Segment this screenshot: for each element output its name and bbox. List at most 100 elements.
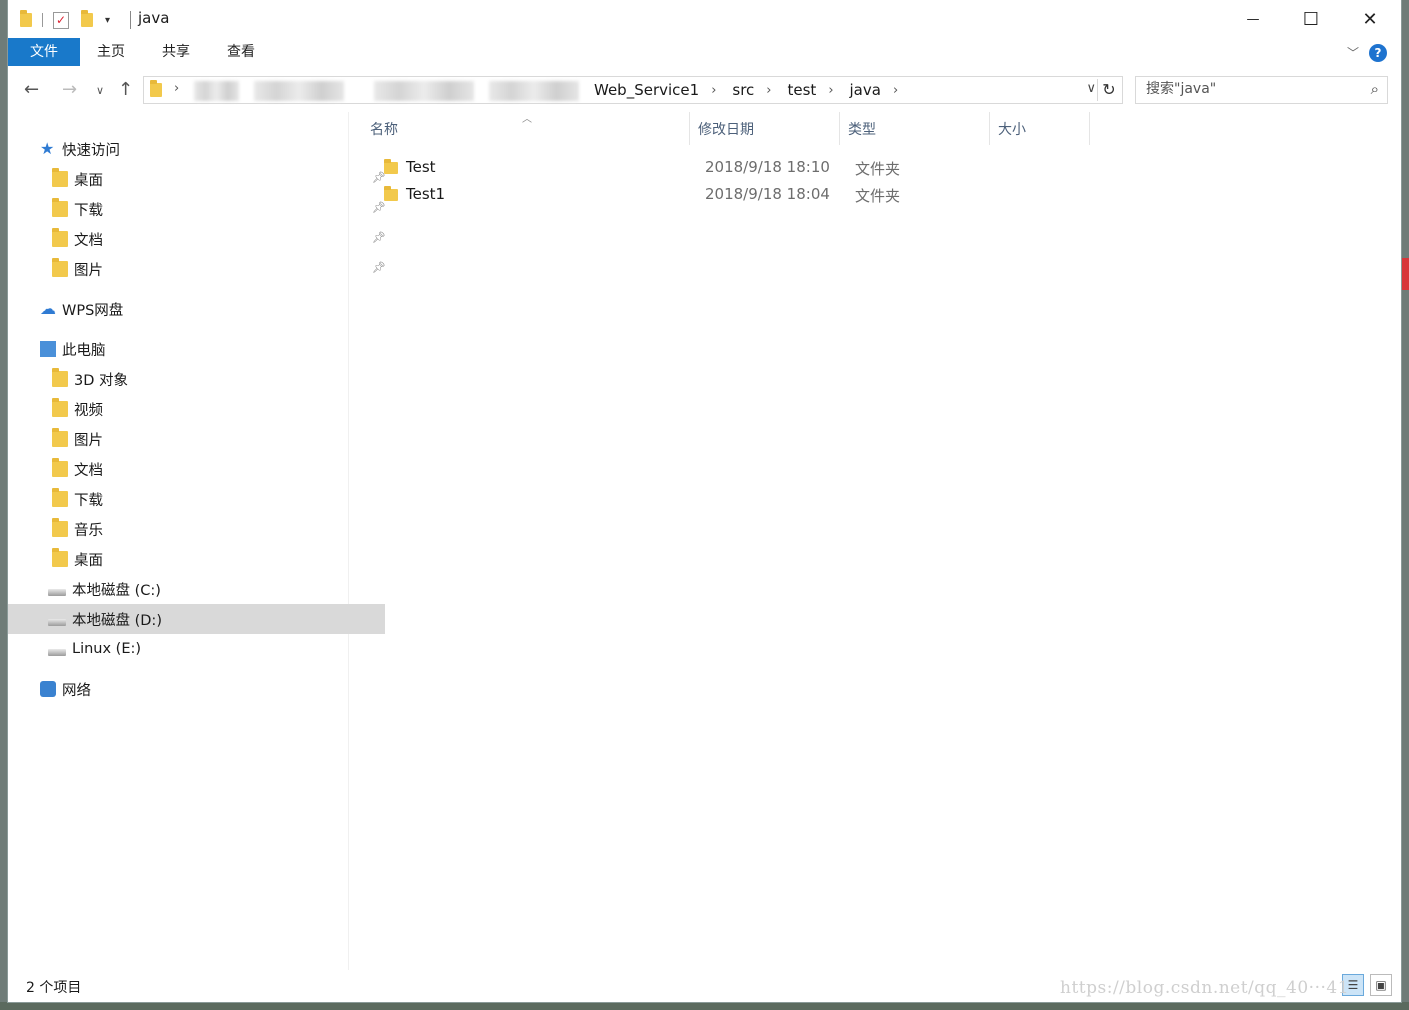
folder-icon — [384, 186, 398, 201]
nav-label: 文档 — [74, 232, 103, 249]
file-type: 文件夹 — [855, 160, 901, 178]
redacted-path — [194, 81, 239, 101]
nav-label: 本地磁盘 (D:) — [72, 612, 162, 629]
nav-item-downloads-pc[interactable]: 下载 — [8, 484, 389, 514]
help-icon[interactable]: ? — [1369, 44, 1387, 62]
nav-wps-drive[interactable]: ☁ WPS网盘 — [8, 294, 377, 324]
breadcrumb-item[interactable]: test — [788, 81, 817, 99]
file-name: Test — [406, 158, 436, 176]
nav-item-desktop[interactable]: 桌面 📌︎ — [8, 164, 389, 194]
drive-icon — [48, 648, 66, 656]
chevron-right-icon[interactable]: › — [711, 83, 716, 98]
pictures-folder-icon — [52, 428, 68, 447]
chevron-down-icon[interactable]: ∨ — [1086, 81, 1096, 96]
windows-drive-icon — [48, 588, 66, 596]
item-count: 2 个项目 — [26, 980, 82, 996]
chevron-right-icon: › — [174, 81, 180, 96]
file-name: Test1 — [406, 185, 446, 203]
nav-item-drive-e[interactable]: Linux (E:) — [8, 634, 385, 664]
nav-label: 音乐 — [74, 522, 103, 539]
desktop-taskbar-edge — [0, 1002, 1409, 1010]
nav-label: 图片 — [74, 262, 103, 279]
desktop-folder-icon — [52, 168, 68, 187]
nav-label: 图片 — [74, 432, 103, 449]
column-header-modified[interactable]: 修改日期 — [690, 112, 840, 145]
desktop-background — [1401, 258, 1409, 290]
nav-label: 下载 — [74, 202, 103, 219]
nav-item-pictures[interactable]: 图片 📌︎ — [8, 254, 389, 284]
separator — [42, 13, 43, 27]
quick-access-toolbar: ✓ ▾ — [20, 10, 110, 30]
minimize-button[interactable]: — — [1224, 0, 1282, 38]
breadcrumb-item[interactable]: java — [850, 81, 881, 99]
column-header-size[interactable]: 大小 — [990, 112, 1090, 145]
search-input[interactable] — [1144, 80, 1358, 98]
file-list: ︿ 名称 修改日期 类型 大小 Test 2018/9/18 18:10 文件夹… — [350, 112, 1401, 970]
watermark: https://blog.csdn.net/qq_40···41 — [1060, 978, 1350, 998]
nav-label: WPS网盘 — [62, 302, 124, 319]
nav-item-pictures-pc[interactable]: 图片 — [8, 424, 389, 454]
chevron-right-icon[interactable]: › — [893, 83, 898, 98]
nav-item-desktop-pc[interactable]: 桌面 — [8, 544, 389, 574]
arrow-left-icon[interactable]: ← — [24, 79, 39, 100]
maximize-icon: ☐ — [1302, 8, 1320, 30]
nav-item-music[interactable]: 音乐 — [8, 514, 389, 544]
table-row[interactable]: Test1 2018/9/18 18:04 文件夹 — [372, 182, 1372, 208]
3d-objects-folder-icon — [52, 368, 68, 387]
properties-icon[interactable]: ✓ — [53, 11, 69, 29]
nav-item-drive-c[interactable]: 本地磁盘 (C:) — [8, 574, 385, 604]
table-row[interactable]: Test 2018/9/18 18:10 文件夹 — [372, 155, 1372, 181]
tab-home[interactable]: 主页 — [86, 38, 136, 66]
title-separator — [130, 11, 131, 29]
address-bar[interactable]: › Web_Service1 › src › test › java › ∨ ↻ — [143, 76, 1123, 104]
nav-item-documents-pc[interactable]: 文档 — [8, 454, 389, 484]
maximize-button[interactable]: ☐ — [1282, 0, 1340, 38]
chevron-right-icon[interactable]: › — [828, 83, 833, 98]
arrow-right-icon[interactable]: → — [62, 79, 77, 100]
file-modified: 2018/9/18 18:04 — [705, 185, 830, 203]
nav-label: 网络 — [62, 682, 91, 699]
breadcrumb-item[interactable]: src — [732, 81, 754, 99]
expand-ribbon-icon[interactable]: ﹀ — [1347, 44, 1359, 61]
drive-icon — [48, 618, 66, 626]
customize-toolbar-icon[interactable]: ▾ — [105, 15, 110, 26]
navigation-pane: ★ 快速访问 桌面 📌︎ 下载 📌︎ 文档 📌︎ 图片 📌︎ ☁ WPS网盘 此… — [8, 112, 386, 970]
tab-view[interactable]: 查看 — [216, 38, 266, 66]
refresh-icon[interactable]: ↻ — [1097, 79, 1120, 101]
tab-file[interactable]: 文件 — [8, 38, 80, 66]
folder-icon — [384, 159, 398, 174]
recent-locations-icon[interactable]: ∨ — [96, 84, 104, 97]
nav-label: 本地磁盘 (C:) — [72, 582, 161, 599]
large-icons-view-icon[interactable]: ▣ — [1370, 974, 1392, 996]
column-header-name[interactable]: 名称 — [362, 112, 690, 145]
column-header-type[interactable]: 类型 — [840, 112, 990, 145]
nav-quick-access[interactable]: ★ 快速访问 — [8, 134, 377, 164]
new-folder-icon[interactable] — [81, 10, 93, 27]
title-bar: ✓ ▾ java — ☐ ✕ — [8, 0, 1401, 38]
nav-label: 视频 — [74, 402, 103, 419]
chevron-right-icon[interactable]: › — [766, 83, 771, 98]
redacted-path — [254, 81, 344, 101]
nav-label: 下载 — [74, 492, 103, 509]
nav-item-downloads[interactable]: 下载 📌︎ — [8, 194, 389, 224]
file-modified: 2018/9/18 18:10 — [705, 158, 830, 176]
nav-this-pc[interactable]: 此电脑 — [8, 334, 377, 364]
nav-item-videos[interactable]: 视频 — [8, 394, 389, 424]
nav-network[interactable]: 网络 — [8, 674, 377, 704]
navigation-bar: ← → ∨ ↑ › Web_Service1 › src › test › ja… — [8, 67, 1401, 112]
search-box[interactable]: ⌕ — [1135, 76, 1388, 104]
close-icon: ✕ — [1362, 8, 1378, 30]
breadcrumb-item[interactable]: Web_Service1 — [594, 81, 699, 99]
nav-item-drive-d[interactable]: 本地磁盘 (D:) — [8, 604, 385, 634]
nav-item-documents[interactable]: 文档 📌︎ — [8, 224, 389, 254]
nav-label: 桌面 — [74, 172, 103, 189]
folder-icon — [150, 80, 162, 97]
close-button[interactable]: ✕ — [1341, 0, 1399, 38]
nav-item-3d-objects[interactable]: 3D 对象 — [8, 364, 389, 394]
arrow-up-icon[interactable]: ↑ — [118, 79, 133, 100]
redacted-path — [489, 81, 579, 101]
ribbon: 文件 主页 共享 查看 ﹀ ? — [8, 38, 1401, 67]
breadcrumb: Web_Service1 › src › test › java › — [590, 81, 910, 99]
search-icon[interactable]: ⌕ — [1371, 80, 1379, 98]
tab-share[interactable]: 共享 — [151, 38, 201, 66]
